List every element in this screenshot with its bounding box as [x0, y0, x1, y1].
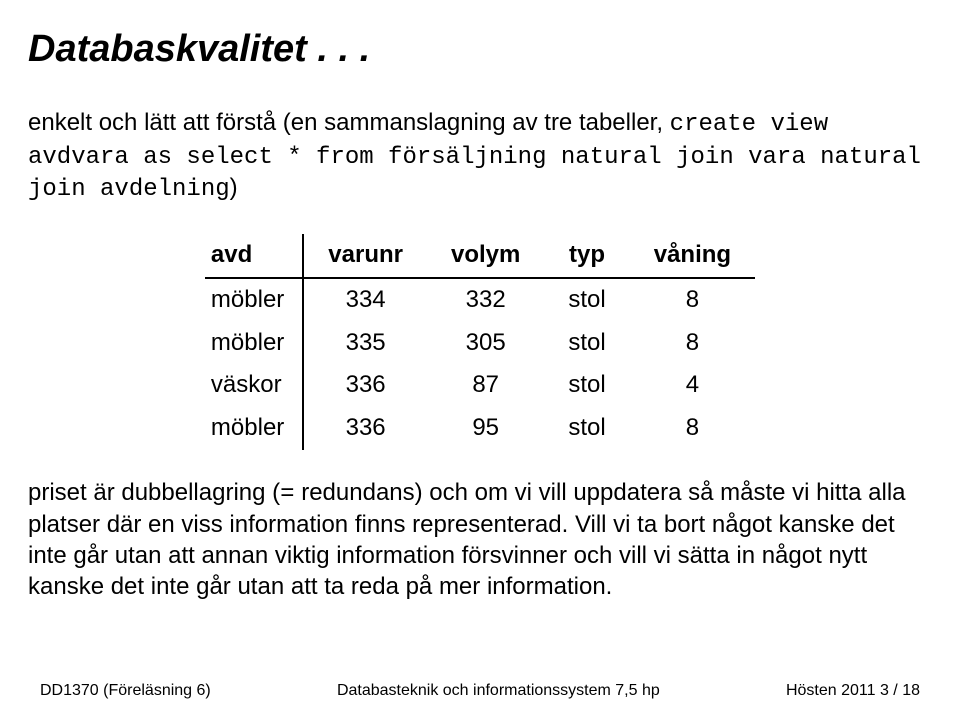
- cell: stol: [544, 322, 629, 365]
- cell: 335: [303, 322, 427, 365]
- table-row: möbler 336 95 stol 8: [205, 407, 755, 450]
- slide: Databaskvalitet . . . enkelt och lätt at…: [0, 0, 960, 722]
- cell: 305: [427, 322, 544, 365]
- para2-eq: =: [280, 481, 294, 508]
- intro-paragraph: enkelt och lätt att förstå (en sammansla…: [28, 108, 932, 206]
- intro-text-1: enkelt och lätt att förstå (en sammansla…: [28, 109, 670, 136]
- footer: DD1370 (Föreläsning 6) Databasteknik och…: [0, 682, 960, 700]
- intro-text-2: ): [230, 174, 238, 201]
- table-row: möbler 334 332 stol 8: [205, 278, 755, 322]
- cell: möbler: [205, 322, 303, 365]
- cell: 87: [427, 364, 544, 407]
- col-volym: volym: [427, 234, 544, 278]
- col-avd: avd: [205, 234, 303, 278]
- cell: stol: [544, 364, 629, 407]
- cell: stol: [544, 278, 629, 322]
- slide-body: enkelt och lätt att förstå (en sammansla…: [28, 108, 932, 603]
- cell: 4: [630, 364, 755, 407]
- table-row: väskor 336 87 stol 4: [205, 364, 755, 407]
- explanation-paragraph: priset är dubbellagring (= redundans) oc…: [28, 478, 932, 603]
- para2-t1: priset är dubbellagring (: [28, 479, 280, 506]
- table-row: möbler 335 305 stol 8: [205, 322, 755, 365]
- footer-center: Databasteknik och informationssystem 7,5…: [211, 682, 786, 700]
- cell: 8: [630, 322, 755, 365]
- slide-title: Databaskvalitet . . .: [28, 28, 370, 71]
- cell: 8: [630, 407, 755, 450]
- cell: 8: [630, 278, 755, 322]
- footer-left: DD1370 (Föreläsning 6): [40, 682, 211, 700]
- cell: stol: [544, 407, 629, 450]
- cell: 336: [303, 407, 427, 450]
- footer-right: Hösten 2011 3 / 18: [786, 682, 920, 700]
- cell: väskor: [205, 364, 303, 407]
- cell: 336: [303, 364, 427, 407]
- col-vaning: våning: [630, 234, 755, 278]
- table-header-row: avd varunr volym typ våning: [205, 234, 755, 278]
- col-typ: typ: [544, 234, 629, 278]
- cell: 334: [303, 278, 427, 322]
- cell: 332: [427, 278, 544, 322]
- cell: möbler: [205, 407, 303, 450]
- cell: möbler: [205, 278, 303, 322]
- cell: 95: [427, 407, 544, 450]
- data-table: avd varunr volym typ våning möbler 334 3…: [205, 234, 755, 450]
- col-varunr: varunr: [303, 234, 427, 278]
